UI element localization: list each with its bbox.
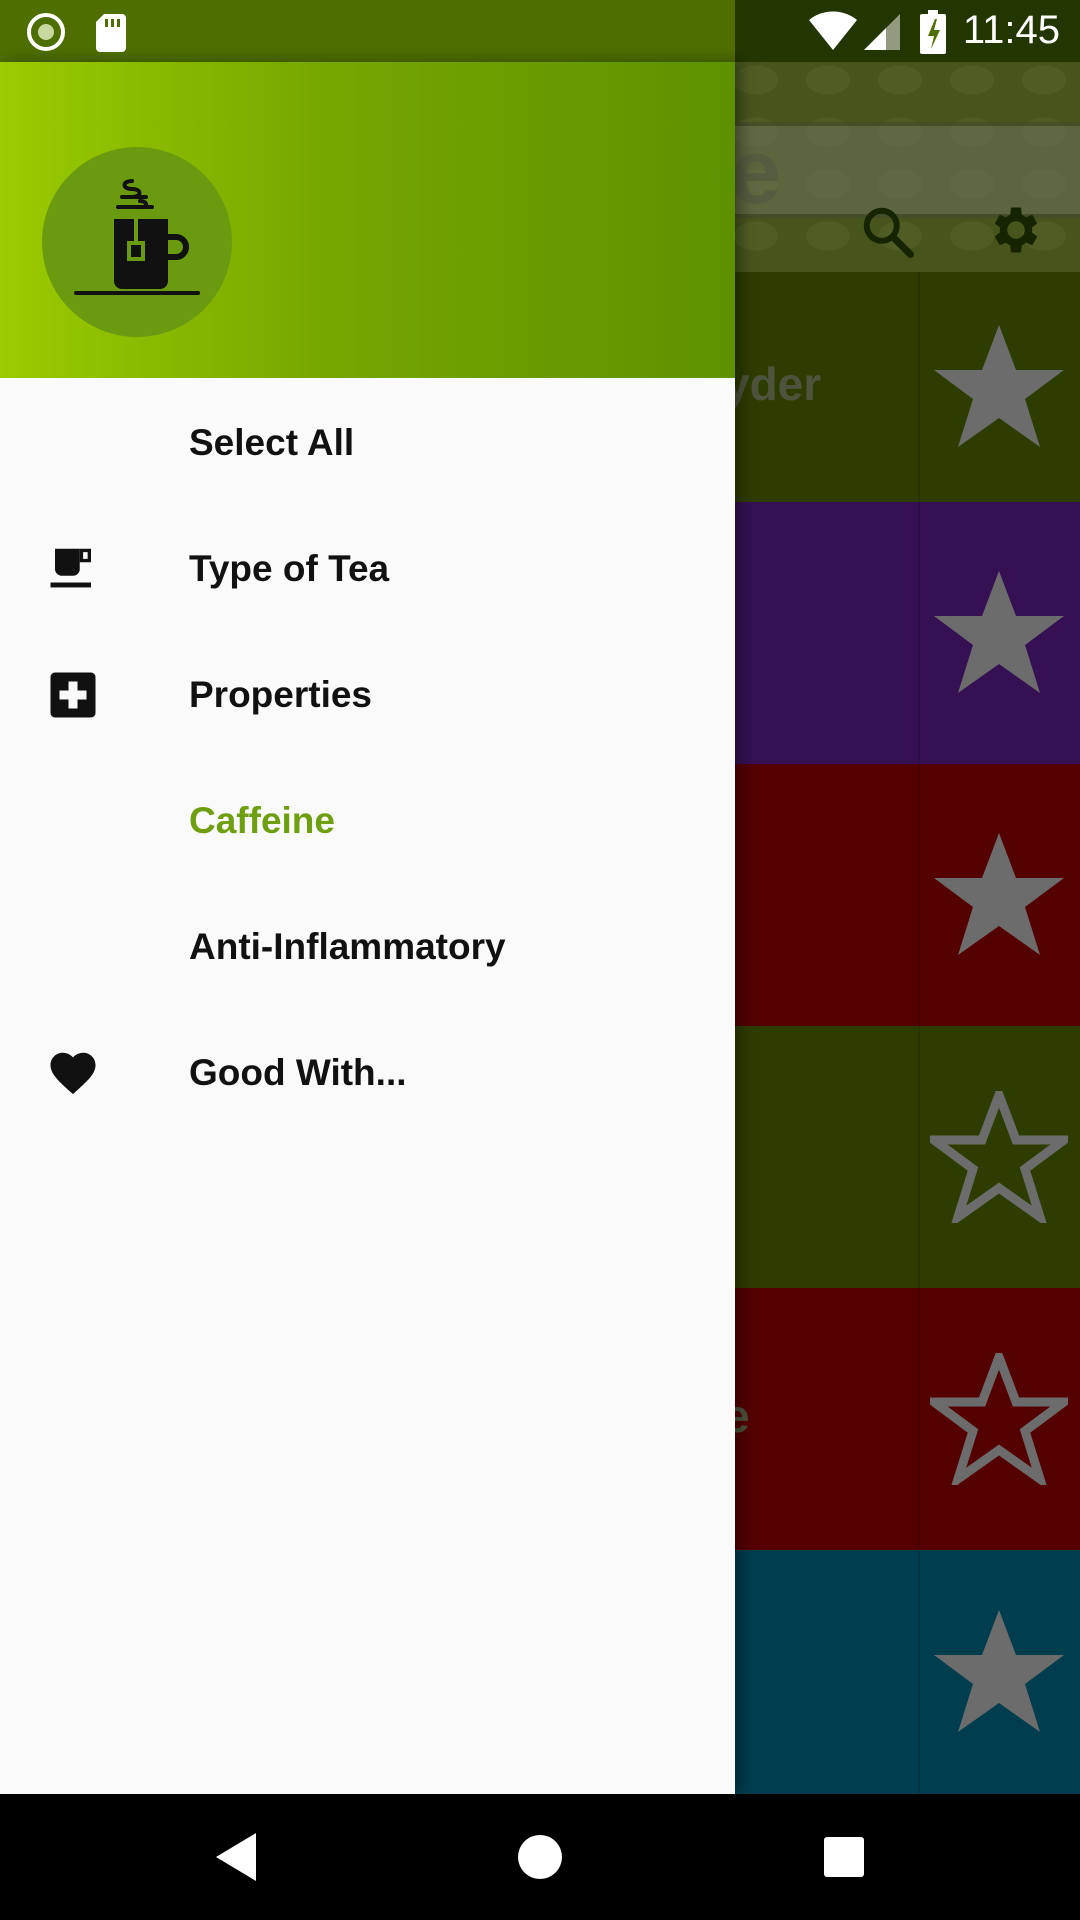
record-icon — [27, 13, 65, 51]
recents-icon[interactable] — [814, 1827, 874, 1887]
menu-item-caffeine[interactable]: Caffeine — [0, 756, 735, 882]
menu-item-label: Properties — [189, 674, 373, 715]
home-icon[interactable] — [510, 1827, 570, 1887]
tea-cup-icon — [74, 179, 200, 295]
status-bar: 11:45 — [0, 0, 1080, 62]
wifi-icon — [809, 11, 857, 50]
menu-item-label: Select All — [189, 422, 355, 463]
cup-icon — [50, 548, 91, 588]
menu-item-label: Caffeine — [189, 800, 335, 841]
menu-item-anti-inflammatory[interactable]: Anti-Inflammatory — [0, 882, 735, 1008]
sd-card-icon — [96, 14, 126, 52]
menu-item-properties[interactable]: Properties — [0, 630, 735, 756]
drawer-header — [0, 62, 735, 378]
menu-item-label: Anti-Inflammatory — [189, 926, 506, 967]
navigation-drawer: Select All Type of Tea Properties Caffei… — [0, 62, 735, 1794]
drawer-menu: Select All Type of Tea Properties Caffei… — [0, 378, 735, 1134]
menu-item-label: Type of Tea — [189, 548, 390, 589]
menu-item-select-all[interactable]: Select All — [0, 378, 735, 504]
menu-item-label: Good With... — [189, 1052, 407, 1093]
avatar — [42, 147, 232, 337]
signal-icon — [864, 14, 900, 50]
heart-icon — [50, 1052, 96, 1095]
battery-charging-icon — [920, 10, 946, 54]
back-icon[interactable] — [206, 1827, 266, 1887]
navigation-bar — [0, 1794, 1080, 1920]
medical-plus-icon — [50, 672, 96, 718]
menu-item-type-of-tea[interactable]: Type of Tea — [0, 504, 735, 630]
menu-item-good-with[interactable]: Good With... — [0, 1008, 735, 1134]
status-time: 11:45 — [962, 8, 1060, 52]
